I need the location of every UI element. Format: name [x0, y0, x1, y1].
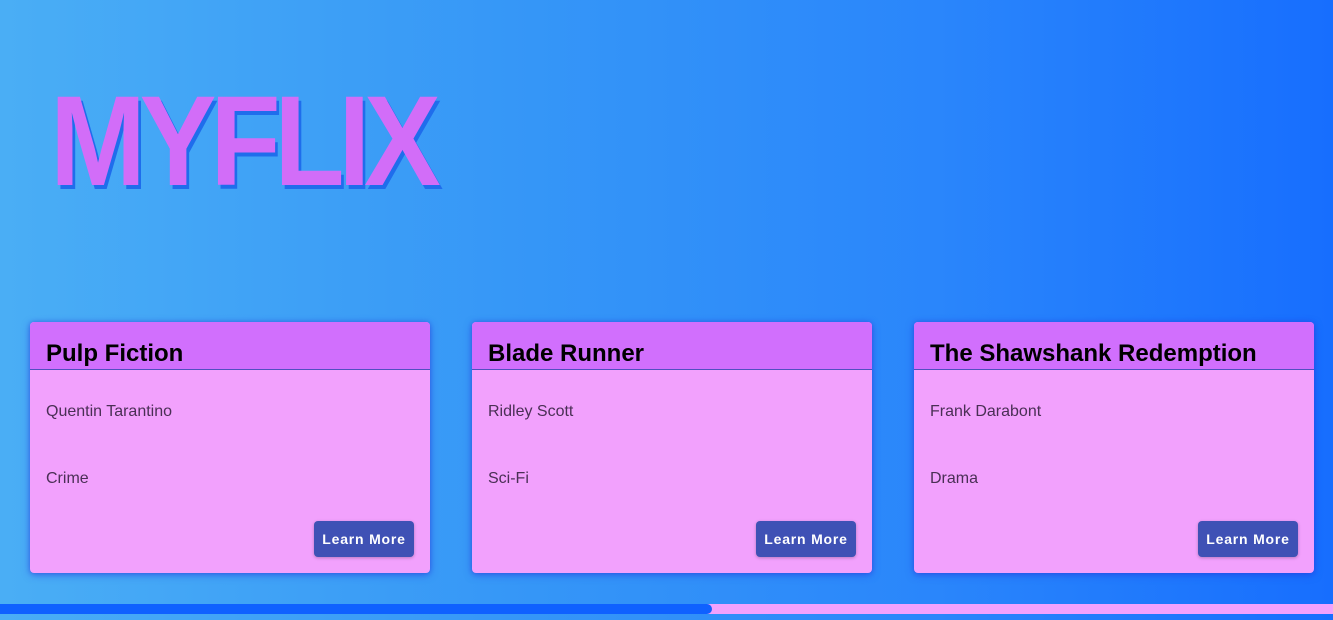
learn-more-button[interactable]: Learn More: [756, 521, 856, 557]
movie-title: Pulp Fiction: [46, 340, 184, 367]
movie-genre: Sci-Fi: [488, 470, 529, 487]
movie-genre: Drama: [930, 470, 979, 487]
movie-card-header: Blade Runner: [472, 322, 872, 370]
learn-more-button[interactable]: Learn More: [314, 521, 414, 557]
movie-card-list: Pulp Fiction Quentin Tarantino Crime Lea…: [30, 322, 1314, 573]
movie-card: Pulp Fiction Quentin Tarantino Crime Lea…: [30, 322, 430, 573]
movie-card-header: Pulp Fiction: [30, 322, 430, 370]
movie-director: Quentin Tarantino: [46, 403, 173, 420]
scroll-progress-fill: [0, 604, 712, 614]
movie-director: Ridley Scott: [488, 403, 574, 420]
movie-director: Frank Darabont: [930, 403, 1042, 420]
movie-card: Blade Runner Ridley Scott Sci-Fi Learn M…: [472, 322, 872, 573]
scroll-progress-bar[interactable]: [0, 604, 1333, 614]
learn-more-button[interactable]: Learn More: [1198, 521, 1298, 557]
app-logo: MYFLIX: [50, 70, 441, 213]
movie-title: Blade Runner: [488, 340, 645, 367]
movie-card: The Shawshank Redemption Frank Darabont …: [914, 322, 1314, 573]
movie-card-header: The Shawshank Redemption: [914, 322, 1314, 370]
movie-title: The Shawshank Redemption: [930, 340, 1257, 367]
movie-genre: Crime: [46, 470, 89, 487]
